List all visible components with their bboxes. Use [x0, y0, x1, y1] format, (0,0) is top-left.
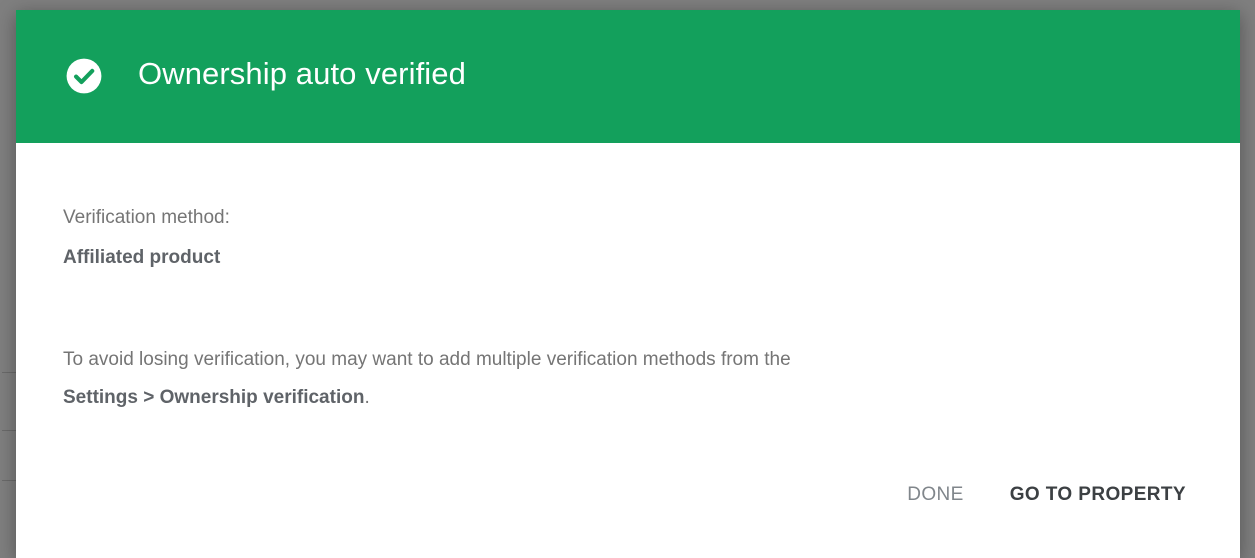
- verification-method-label: Verification method:: [63, 207, 230, 228]
- done-button[interactable]: DONE: [897, 478, 974, 512]
- backdrop-divider: [2, 430, 16, 431]
- verification-method-value: Affiliated product: [63, 247, 221, 268]
- dialog-header: Ownership auto verified: [16, 10, 1240, 143]
- dialog-title: Ownership auto verified: [138, 56, 466, 91]
- advice-sentence: To avoid losing verification, you may wa…: [63, 349, 791, 370]
- advice-text: To avoid losing verification, you may wa…: [63, 341, 1183, 417]
- dialog-actions: DONE GO TO PROPERTY: [897, 478, 1196, 512]
- check-circle-icon: [66, 58, 102, 94]
- go-to-property-button[interactable]: GO TO PROPERTY: [1000, 478, 1196, 512]
- backdrop-divider: [2, 372, 16, 373]
- verification-dialog: Ownership auto verified Verification met…: [16, 10, 1240, 558]
- advice-period: .: [364, 387, 370, 408]
- settings-path: Settings > Ownership verification: [63, 387, 365, 408]
- backdrop-divider: [2, 480, 16, 481]
